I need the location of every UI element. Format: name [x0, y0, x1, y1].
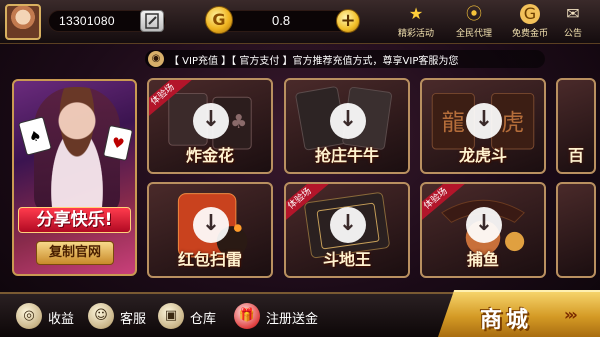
game-tile-buyu[interactable]: 体验场 ↓ 捕鱼 [420, 182, 546, 278]
nav-announcement-label: 公告 [563, 29, 582, 39]
game-label: 龙虎斗 [458, 146, 507, 165]
star-icon: ★ [408, 4, 424, 23]
promo-banner[interactable]: ♠ ♥ 分享快乐! 复制官网 [12, 79, 137, 276]
top-bar: 13301080 G 0.8 + ★ 精彩活动 ⦿ 全民代理 G 免费金币 ✉ … [0, 0, 600, 44]
download-icon: ↓ [193, 103, 229, 139]
register-bonus-button[interactable]: 🎁 注册送金 [234, 303, 324, 329]
game-tile-hongbao-saolei[interactable]: ↓ 红包扫雷 [147, 182, 273, 278]
game-label: 捕鱼 [466, 250, 499, 269]
coin-balance: 0.8 [272, 13, 291, 28]
svg-text:龍: 龍 [442, 110, 465, 136]
announcement-marquee: ◉ 【 VIP充值 】【 官方支付 】官方推荐充值方式，尊享VIP客服为您 [145, 50, 545, 68]
game-tile-longhudou[interactable]: 龍 虎 ↓ 龙虎斗 [420, 78, 546, 174]
copy-website-button[interactable]: 复制官网 [36, 241, 114, 265]
mail-icon: ✉ [566, 4, 580, 23]
download-icon: ↓ [330, 103, 366, 139]
warehouse-button[interactable]: ▣ 仓库 [158, 303, 220, 329]
user-id: 13301080 [59, 14, 115, 28]
game-tile-qiangzhuang-niuniu[interactable]: ↓ 抢庄牛牛 [284, 78, 410, 174]
download-icon: ↓ [193, 207, 229, 243]
gold-coin-icon: G [205, 6, 233, 34]
nav-free-coins-label: 免费金币 [511, 29, 548, 39]
agent-medal-icon: ⦿ [465, 4, 482, 23]
game-label: 抢庄牛牛 [314, 146, 379, 165]
game-label: 炸金花 [185, 146, 234, 165]
customer-service-button[interactable]: ☺ 客服 [88, 303, 150, 329]
game-label: 百 [568, 146, 585, 165]
gift-icon: 🎁 [234, 303, 260, 329]
nav-agent[interactable]: ⦿ 全民代理 [452, 4, 496, 42]
earnings-button[interactable]: ◎ 收益 [16, 303, 78, 329]
card-heart-icon: ♥ [102, 124, 134, 162]
game-tile-zhajinhua[interactable]: ♣ 体验场 ↓ 炸金花 [147, 78, 273, 174]
avatar[interactable] [5, 4, 41, 40]
earnings-icon: ◎ [16, 303, 42, 329]
game-tile-doudizhu[interactable]: 体验场 ↓ 斗地王 [284, 182, 410, 278]
chevron-right-icon: ››› [564, 305, 578, 324]
nav-events[interactable]: ★ 精彩活动 [394, 4, 438, 42]
download-icon: ↓ [330, 207, 366, 243]
register-bonus-label: 注册送金 [266, 312, 319, 327]
earnings-label: 收益 [48, 312, 75, 327]
nav-agent-label: 全民代理 [455, 29, 492, 39]
download-icon: ↓ [466, 207, 502, 243]
warehouse-label: 仓库 [190, 312, 217, 327]
game-tile-partial[interactable] [556, 182, 596, 278]
warehouse-icon: ▣ [158, 303, 184, 329]
svg-text:♣: ♣ [230, 110, 247, 133]
customer-service-icon: ☺ [88, 303, 114, 329]
nav-events-label: 精彩活动 [397, 29, 434, 39]
shop-button[interactable]: 商城 ››› [438, 290, 600, 337]
game-tile-partial-bai[interactable]: 百 [556, 78, 596, 174]
free-coin-icon: G [520, 4, 540, 24]
customer-service-label: 客服 [120, 312, 147, 327]
pencil-icon [145, 13, 159, 29]
nav-free-coins[interactable]: G 免费金币 [508, 4, 552, 42]
recharge-plus-button[interactable]: + [336, 9, 360, 33]
shop-label: 商城 [480, 308, 533, 333]
game-label: 红包扫雷 [177, 250, 242, 269]
edit-profile-button[interactable] [140, 10, 164, 32]
download-icon: ↓ [466, 103, 502, 139]
speaker-icon: ◉ [148, 51, 164, 67]
nav-announcement[interactable]: ✉ 公告 [558, 4, 588, 42]
game-label: 斗地王 [322, 250, 371, 269]
svg-text:虎: 虎 [501, 110, 524, 136]
banner-title: 分享快乐! [18, 207, 131, 233]
marquee-text: 【 VIP充值 】【 官方支付 】官方推荐充值方式，尊享VIP客服为您 [169, 56, 459, 66]
